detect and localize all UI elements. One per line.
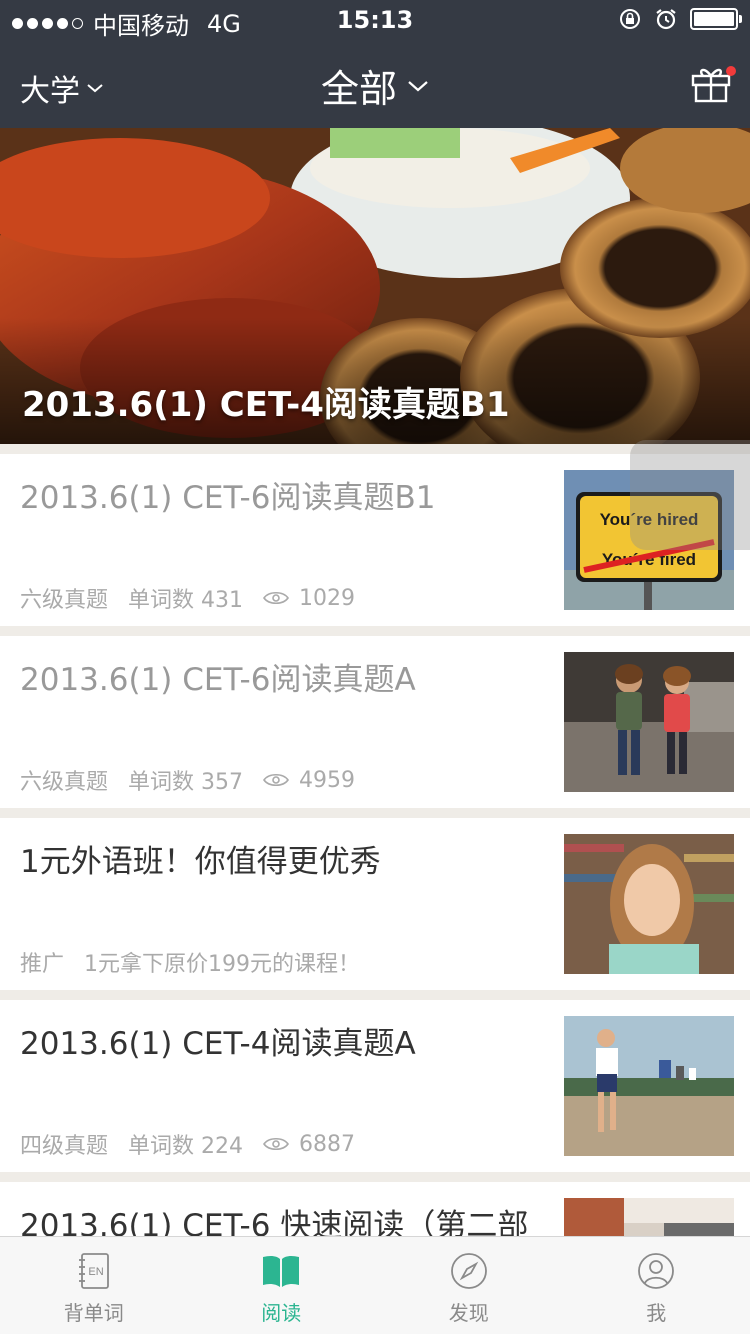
article-title: 2013.6(1) CET-6阅读真题B1 [20,480,436,516]
article-title: 2013.6(1) CET-4阅读真题A [20,1026,416,1062]
eye-icon [263,591,289,605]
article-tag: 推广 [20,952,65,977]
vocabulary-book-icon: EN [78,1253,109,1289]
view-count: 4959 [299,767,356,793]
article-tag: 六级真题 [20,588,109,613]
status-bar: 中国移动 4G 15:13 [0,0,750,40]
tab-vocabulary[interactable]: EN 背单词 [0,1237,188,1334]
open-book-icon [263,1255,300,1287]
word-count: 单词数 224 [128,1134,244,1159]
tab-label: 我 [646,1301,667,1325]
view-count: 1029 [299,585,356,611]
category-selector-wrap: 全部 [0,58,750,113]
category-selector-label: 全部 [320,67,397,111]
hero-title: 2013.6(1) CET-4阅读真题B1 [22,385,510,425]
article-thumbnail [564,1016,734,1156]
rotation-lock-icon [620,9,640,29]
article-meta: 六级真题 单词数 357 4959 [20,764,375,796]
category-selector[interactable]: 全部 [321,58,429,113]
top-nav-bar: 大学 全部 [0,40,750,128]
tab-me[interactable]: 我 [563,1237,750,1334]
article-title: 2013.6(1) CET-6阅读真题A [20,662,416,698]
profile-icon [638,1253,675,1289]
battery-icon [690,8,742,30]
eye-icon [263,1137,289,1151]
list-item[interactable]: 2013.6(1) CET-4阅读真题A 四级真题 单词数 224 6887 [0,1000,750,1172]
eye-icon [263,773,289,787]
tab-label: 背单词 [63,1301,124,1325]
alarm-icon [656,9,676,30]
floating-assistive-handle[interactable] [630,440,750,550]
vocabulary-icon-text: EN [88,1266,103,1278]
notification-dot [726,66,736,76]
article-title: 1元外语班！你值得更优秀 [20,844,381,880]
list-item-ad[interactable]: 1元外语班！你值得更优秀 推广 1元拿下原价199元的课程！ [0,818,750,990]
tab-label: 阅读 [261,1301,302,1325]
article-tag: 六级真题 [20,770,109,795]
word-count: 单词数 357 [128,770,244,795]
word-count: 单词数 431 [128,588,244,613]
bottom-tab-bar: EN 背单词 阅读 发现 我 [0,1236,750,1334]
article-tag: 四级真题 [20,1134,109,1159]
tab-label: 发现 [448,1301,489,1325]
article-meta: 六级真题 单词数 431 1029 [20,582,375,614]
article-meta: 四级真题 单词数 224 6887 [20,1128,375,1160]
compass-icon [450,1253,487,1289]
chevron-down-icon [408,80,428,91]
view-count: 6887 [299,1131,356,1157]
ad-description: 1元拿下原价199元的课程！ [84,952,361,977]
article-meta: 推广 1元拿下原价199元的课程！ [20,946,380,978]
article-list: 2013.6(1) CET-6阅读真题B1 六级真题 单词数 431 1029 … [0,454,750,1334]
tab-reading[interactable]: 阅读 [188,1237,376,1334]
tab-discover[interactable]: 发现 [375,1237,563,1334]
featured-article[interactable]: 2013.6(1) CET-4阅读真题B1 [0,128,750,444]
list-item[interactable]: 2013.6(1) CET-6阅读真题A 六级真题 单词数 357 4959 [0,636,750,808]
article-thumbnail [564,652,734,792]
status-right [618,7,742,31]
article-thumbnail [564,834,734,974]
